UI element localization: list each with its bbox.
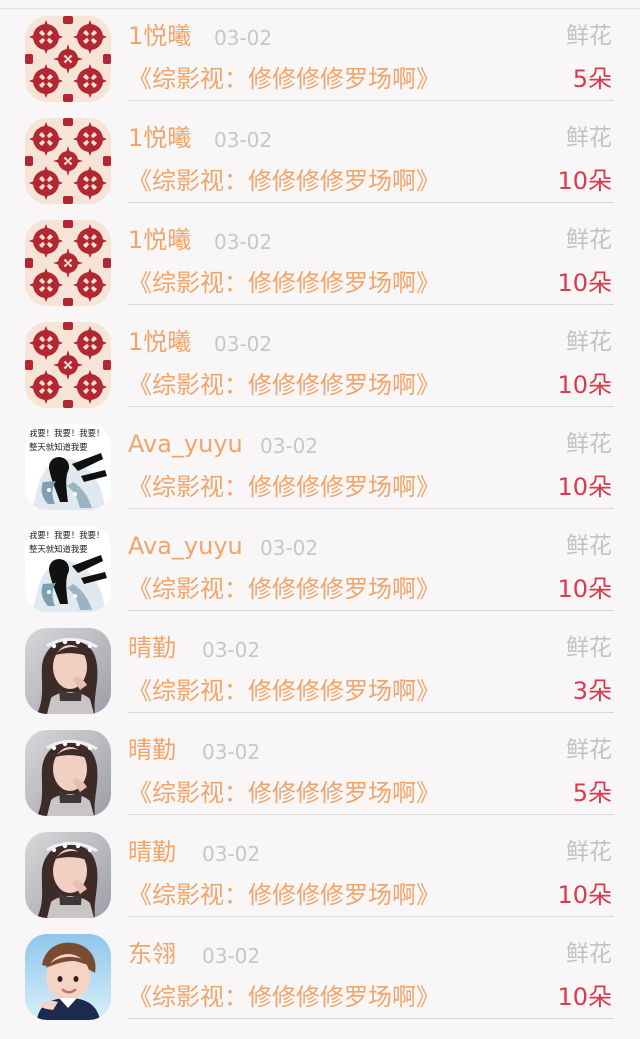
gift-type: 鲜花: [566, 431, 612, 457]
row-divider: [128, 508, 614, 509]
user-name[interactable]: 晴勤: [128, 836, 176, 868]
flower-count: 10朵: [557, 269, 612, 297]
gift-date: 03-02: [202, 842, 261, 866]
meme-caption-line-1: 我要！我要！我要！: [29, 530, 104, 540]
flower-count: 10朵: [557, 881, 612, 909]
meme-avatar[interactable]: 我要！我要！我要！ 整天就知道我要: [25, 526, 111, 612]
flower-count: 3朵: [572, 677, 612, 705]
row-divider: [128, 304, 614, 305]
gift-date: 03-02: [214, 230, 273, 254]
book-title[interactable]: 《综影视：修修修修罗场啊》: [128, 572, 440, 606]
row-divider: [128, 1018, 614, 1019]
book-title[interactable]: 《综影视：修修修修罗场啊》: [128, 164, 440, 198]
gift-type: 鲜花: [566, 635, 612, 661]
list-item[interactable]: 东翎 03-02 鲜花 《综影视：修修修修罗场啊》 10朵: [0, 918, 640, 1020]
meme-caption-line-2: 整天就知道我要: [29, 544, 88, 554]
gift-date: 03-02: [202, 638, 261, 662]
user-name[interactable]: 东翎: [128, 938, 176, 970]
list-item[interactable]: 晴勤 03-02 鲜花 《综影视：修修修修罗场啊》 3朵: [0, 612, 640, 714]
gift-type: 鲜花: [566, 941, 612, 967]
meme-caption-line-2: 整天就知道我要: [29, 442, 88, 452]
pattern-avatar[interactable]: [25, 322, 111, 408]
gift-type: 鲜花: [566, 737, 612, 763]
list-item[interactable]: 1悦曦 03-02 鲜花 《综影视：修修修修罗场啊》 10朵: [0, 306, 640, 408]
meme-avatar[interactable]: 我要！我要！我要！ 整天就知道我要: [25, 424, 111, 510]
gift-type: 鲜花: [566, 533, 612, 559]
gift-type: 鲜花: [566, 227, 612, 253]
list-item[interactable]: 晴勤 03-02 鲜花 《综影视：修修修修罗场啊》 10朵: [0, 816, 640, 918]
gift-type: 鲜花: [566, 125, 612, 151]
list-item[interactable]: 我要！我要！我要！ 整天就知道我要 Ava_yuyu 03-02 鲜花 《综影视…: [0, 408, 640, 510]
meme-caption-line-1: 我要！我要！我要！: [29, 428, 104, 438]
list-item[interactable]: 1悦曦 03-02 鲜花 《综影视：修修修修罗场啊》 5朵: [0, 0, 640, 102]
portrait-avatar[interactable]: [25, 832, 111, 918]
user-name[interactable]: Ava_yuyu: [128, 530, 243, 562]
book-title[interactable]: 《综影视：修修修修罗场啊》: [128, 470, 440, 504]
portrait-avatar[interactable]: [25, 730, 111, 816]
user-name[interactable]: 1悦曦: [128, 326, 191, 358]
user-name[interactable]: 晴勤: [128, 632, 176, 664]
portrait-avatar[interactable]: [25, 628, 111, 714]
row-divider: [128, 202, 614, 203]
user-name[interactable]: 1悦曦: [128, 20, 191, 52]
user-name[interactable]: 晴勤: [128, 734, 176, 766]
pattern-avatar[interactable]: [25, 220, 111, 306]
row-divider: [128, 916, 614, 917]
row-divider: [128, 712, 614, 713]
flower-count: 10朵: [557, 983, 612, 1011]
row-divider: [128, 100, 614, 101]
book-title[interactable]: 《综影视：修修修修罗场啊》: [128, 980, 440, 1014]
row-divider: [128, 610, 614, 611]
gift-date: 03-02: [260, 536, 319, 560]
gift-date: 03-02: [202, 740, 261, 764]
book-title[interactable]: 《综影视：修修修修罗场啊》: [128, 776, 440, 810]
gift-date: 03-02: [214, 332, 273, 356]
flower-count: 10朵: [557, 473, 612, 501]
list-item[interactable]: 我要！我要！我要！ 整天就知道我要 Ava_yuyu 03-02 鲜花 《综影视…: [0, 510, 640, 612]
book-title[interactable]: 《综影视：修修修修罗场啊》: [128, 368, 440, 402]
user-name[interactable]: 1悦曦: [128, 122, 191, 154]
gift-date: 03-02: [214, 128, 273, 152]
child-avatar[interactable]: [25, 934, 111, 1020]
user-name[interactable]: 1悦曦: [128, 224, 191, 256]
pattern-avatar[interactable]: [25, 118, 111, 204]
gift-type: 鲜花: [566, 839, 612, 865]
row-divider: [128, 406, 614, 407]
pattern-avatar[interactable]: [25, 16, 111, 102]
gift-date: 03-02: [214, 26, 273, 50]
gift-date: 03-02: [202, 944, 261, 968]
list-item[interactable]: 1悦曦 03-02 鲜花 《综影视：修修修修罗场啊》 10朵: [0, 204, 640, 306]
book-title[interactable]: 《综影视：修修修修罗场啊》: [128, 674, 440, 708]
flower-count: 10朵: [557, 167, 612, 195]
book-title[interactable]: 《综影视：修修修修罗场啊》: [128, 878, 440, 912]
flower-count: 5朵: [572, 65, 612, 93]
book-title[interactable]: 《综影视：修修修修罗场啊》: [128, 266, 440, 300]
gift-type: 鲜花: [566, 329, 612, 355]
list-item[interactable]: 1悦曦 03-02 鲜花 《综影视：修修修修罗场啊》 10朵: [0, 102, 640, 204]
flower-count: 5朵: [572, 779, 612, 807]
book-title[interactable]: 《综影视：修修修修罗场啊》: [128, 62, 440, 96]
flower-count: 10朵: [557, 371, 612, 399]
gift-type: 鲜花: [566, 23, 612, 49]
gift-date: 03-02: [260, 434, 319, 458]
flower-count: 10朵: [557, 575, 612, 603]
list-item[interactable]: 晴勤 03-02 鲜花 《综影视：修修修修罗场啊》 5朵: [0, 714, 640, 816]
row-divider: [128, 814, 614, 815]
user-name[interactable]: Ava_yuyu: [128, 428, 243, 460]
